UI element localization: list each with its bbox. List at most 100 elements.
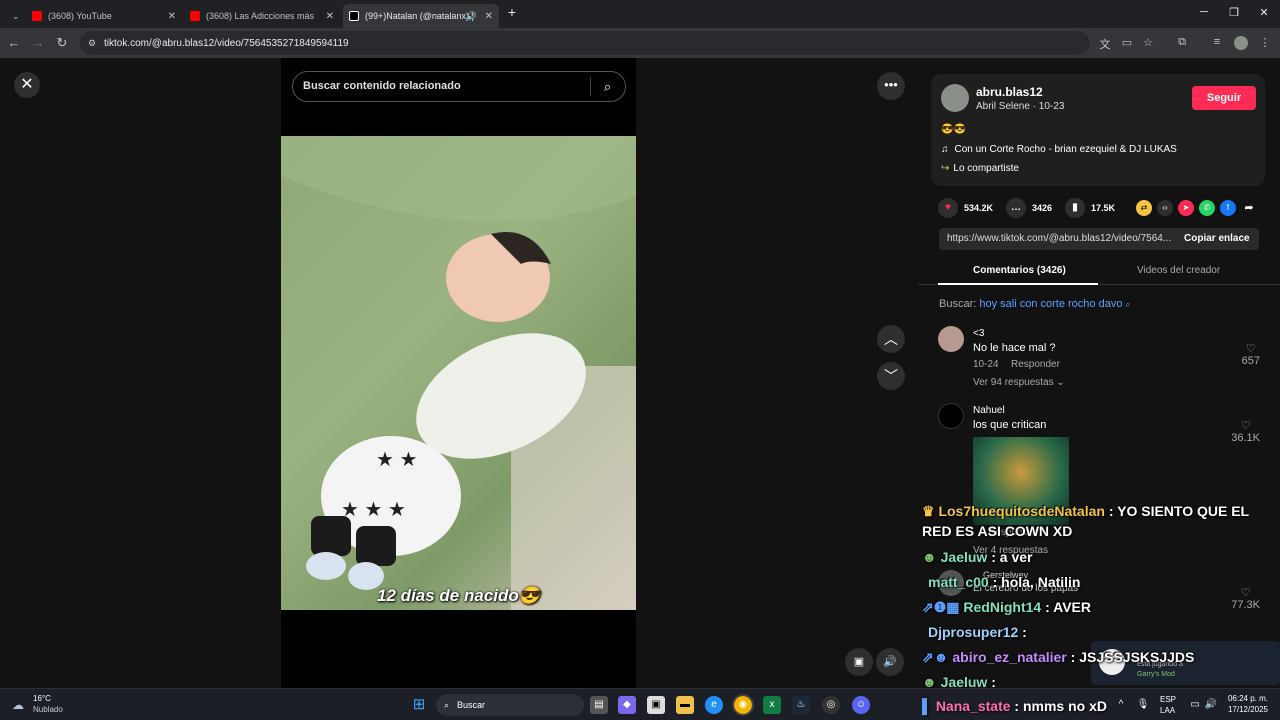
star-icon[interactable]: ☆ bbox=[1141, 36, 1155, 49]
translate-icon[interactable]: 文 bbox=[1098, 36, 1112, 52]
volume-icon[interactable]: 🔊 bbox=[1202, 696, 1220, 714]
tab-comments[interactable]: Comentarios (3426) bbox=[973, 265, 1066, 276]
maximize-button[interactable]: ❐ bbox=[1224, 6, 1244, 19]
search-icon[interactable]: ⌕ bbox=[590, 77, 624, 96]
floating-player-button[interactable]: ▣ bbox=[845, 648, 873, 676]
more-options-button[interactable]: ••• bbox=[877, 72, 905, 100]
edge-icon[interactable]: e bbox=[705, 696, 723, 714]
comment-like-count: 657 bbox=[1241, 355, 1260, 367]
close-icon[interactable]: ✕ bbox=[168, 11, 176, 22]
tab-tiktok[interactable]: (99+)Natalan (@natalanx) | 🔊 ✕ bbox=[343, 4, 499, 28]
creator-username[interactable]: abru.blas12 bbox=[976, 85, 1043, 99]
reply-button[interactable]: Responder bbox=[1011, 359, 1060, 370]
comment-username[interactable]: Nahuel bbox=[973, 405, 1005, 416]
cast-icon[interactable]: ▭ bbox=[1120, 36, 1134, 49]
tab-search-button[interactable]: ⌄ bbox=[6, 4, 26, 28]
comment-like[interactable]: ♡ 36.1K bbox=[1231, 419, 1260, 444]
youtube-icon bbox=[190, 11, 200, 21]
creator-subtitle: Abril Selene · 10-23 bbox=[976, 101, 1065, 112]
close-icon[interactable]: ✕ bbox=[326, 11, 334, 22]
share-link-text[interactable]: https://www.tiktok.com/@abru.blas12/vide… bbox=[947, 233, 1171, 244]
whatsapp-icon[interactable]: ✆ bbox=[1199, 200, 1215, 216]
view-replies-button[interactable]: Ver 94 respuestas ⌄ bbox=[973, 377, 1065, 388]
comment-like[interactable]: ♡ 657 bbox=[1242, 342, 1260, 367]
avatar[interactable] bbox=[938, 326, 964, 352]
comment-icon: … bbox=[1006, 198, 1026, 218]
file-explorer-icon[interactable]: ▬ bbox=[676, 696, 694, 714]
discord-icon[interactable]: ☺ bbox=[852, 696, 870, 714]
weather-cloud-icon: ☁ bbox=[12, 698, 24, 712]
chevron-up-icon[interactable]: ^ bbox=[1112, 696, 1130, 714]
bookmark-icon: ▮ bbox=[1065, 198, 1085, 218]
forward-arrow-icon[interactable]: → bbox=[30, 35, 46, 51]
clock-time[interactable]: 06:24 p. m. bbox=[1226, 694, 1268, 703]
copilot-icon[interactable]: ◆ bbox=[618, 696, 636, 714]
weather-temp[interactable]: 16°C bbox=[33, 694, 51, 703]
store-icon[interactable]: ▣ bbox=[647, 696, 665, 714]
comment-username[interactable]: <3 bbox=[973, 328, 984, 339]
comment-text: los que critican bbox=[973, 419, 1047, 431]
chat-text: : JSJSSJSKSJJDS bbox=[1070, 649, 1195, 665]
windows-start-icon[interactable]: ⊞ bbox=[410, 696, 428, 714]
search-query-link[interactable]: hoy sali con corte rocho davo bbox=[979, 298, 1122, 310]
music-note-icon: ♫ bbox=[941, 144, 949, 155]
tab-youtube-video[interactable]: (3608) Las Adicciones más Perturbadoras … bbox=[184, 4, 340, 28]
share-more-icon[interactable]: ➦ bbox=[1241, 200, 1257, 216]
window-close-button[interactable]: ✕ bbox=[1254, 6, 1274, 19]
excel-icon[interactable]: x bbox=[763, 696, 781, 714]
avatar[interactable] bbox=[941, 84, 969, 112]
chat-message: ♛ Los7huequitosdeNatalan : YO SIENTO QUE… bbox=[922, 501, 1272, 541]
speaker-icon[interactable]: 🔊 bbox=[466, 11, 477, 22]
follow-button[interactable]: Seguir bbox=[1192, 86, 1256, 110]
back-arrow-icon[interactable]: ← bbox=[6, 35, 22, 51]
volume-button[interactable]: 🔊 bbox=[876, 648, 904, 676]
avatar[interactable] bbox=[938, 403, 964, 429]
chat-text: : AVER bbox=[1045, 599, 1091, 615]
steam-icon[interactable]: ♨ bbox=[792, 696, 810, 714]
search-placeholder: Buscar contenido relacionado bbox=[303, 80, 461, 92]
previous-video-button[interactable]: ︿ bbox=[877, 325, 905, 353]
url-field[interactable]: ⚙ tiktok.com/@abru.blas12/video/75645352… bbox=[80, 31, 1090, 55]
music-row[interactable]: ♫ Con un Corte Rocho - brian ezequiel & … bbox=[941, 144, 1177, 155]
related-search-input[interactable]: Buscar contenido relacionado bbox=[292, 71, 626, 102]
weather-desc: Nublado bbox=[33, 705, 63, 714]
badge-icon: ⇗❶▦ bbox=[922, 599, 960, 615]
reload-icon[interactable]: ↻ bbox=[54, 35, 70, 51]
crown-badge-icon: ♛ bbox=[922, 503, 935, 519]
shared-label: Lo compartiste bbox=[953, 163, 1019, 174]
profile-avatar[interactable] bbox=[1234, 36, 1248, 50]
video-player[interactable]: ★ ★ ★ ★ ★ 12 días de nacido😎 bbox=[281, 136, 636, 610]
browser-tab-bar: ⌄ (3608) YouTube ✕ (3608) Las Adicciones… bbox=[0, 0, 1280, 28]
next-video-button[interactable]: ﹀ bbox=[877, 362, 905, 390]
send-icon[interactable]: ➤ bbox=[1178, 200, 1194, 216]
save-stat[interactable]: ▮ 17.5K bbox=[1065, 198, 1115, 218]
youtube-icon bbox=[32, 11, 42, 21]
close-viewer-button[interactable]: ✕ bbox=[14, 72, 40, 98]
chrome-icon[interactable]: ◉ bbox=[732, 694, 754, 716]
embed-icon[interactable]: ‹› bbox=[1157, 200, 1173, 216]
new-tab-button[interactable]: + bbox=[502, 4, 522, 20]
menu-dots-icon[interactable]: ⋮ bbox=[1258, 36, 1272, 49]
repost-icon[interactable]: ⇄ bbox=[1136, 200, 1152, 216]
minimize-button[interactable]: ─ bbox=[1194, 6, 1214, 18]
badge-icon: ☻ bbox=[922, 549, 937, 565]
taskbar-search-box[interactable]: ⌕ Buscar bbox=[436, 694, 584, 716]
like-stat[interactable]: ♥ 534.2K bbox=[938, 198, 993, 218]
copy-link-button[interactable]: Copiar enlace bbox=[1184, 233, 1250, 244]
site-info-icon[interactable]: ⚙ bbox=[88, 38, 96, 49]
task-view-icon[interactable]: ▤ bbox=[590, 696, 608, 714]
chat-text: : bbox=[1022, 624, 1027, 640]
comment-stat[interactable]: … 3426 bbox=[1006, 198, 1052, 218]
facebook-icon[interactable]: f bbox=[1220, 200, 1236, 216]
comment-text: No le hace mal ? bbox=[973, 342, 1056, 354]
language-code[interactable]: ESP bbox=[1160, 695, 1176, 704]
tab-creator-videos[interactable]: Videos del creador bbox=[1137, 265, 1220, 276]
media-control-icon[interactable]: ≡ bbox=[1210, 36, 1224, 48]
obs-icon[interactable]: ◎ bbox=[822, 696, 840, 714]
tab-youtube[interactable]: (3608) YouTube ✕ bbox=[26, 4, 182, 28]
search-suggestion[interactable]: Buscar: hoy sali con corte rocho davo ⌕ bbox=[939, 298, 1130, 310]
close-icon[interactable]: ✕ bbox=[485, 11, 493, 22]
chat-username: Jaeluw bbox=[940, 549, 988, 565]
microphone-icon[interactable]: 🎙 bbox=[1134, 696, 1152, 714]
extensions-icon[interactable]: ⧉ bbox=[1175, 36, 1189, 49]
